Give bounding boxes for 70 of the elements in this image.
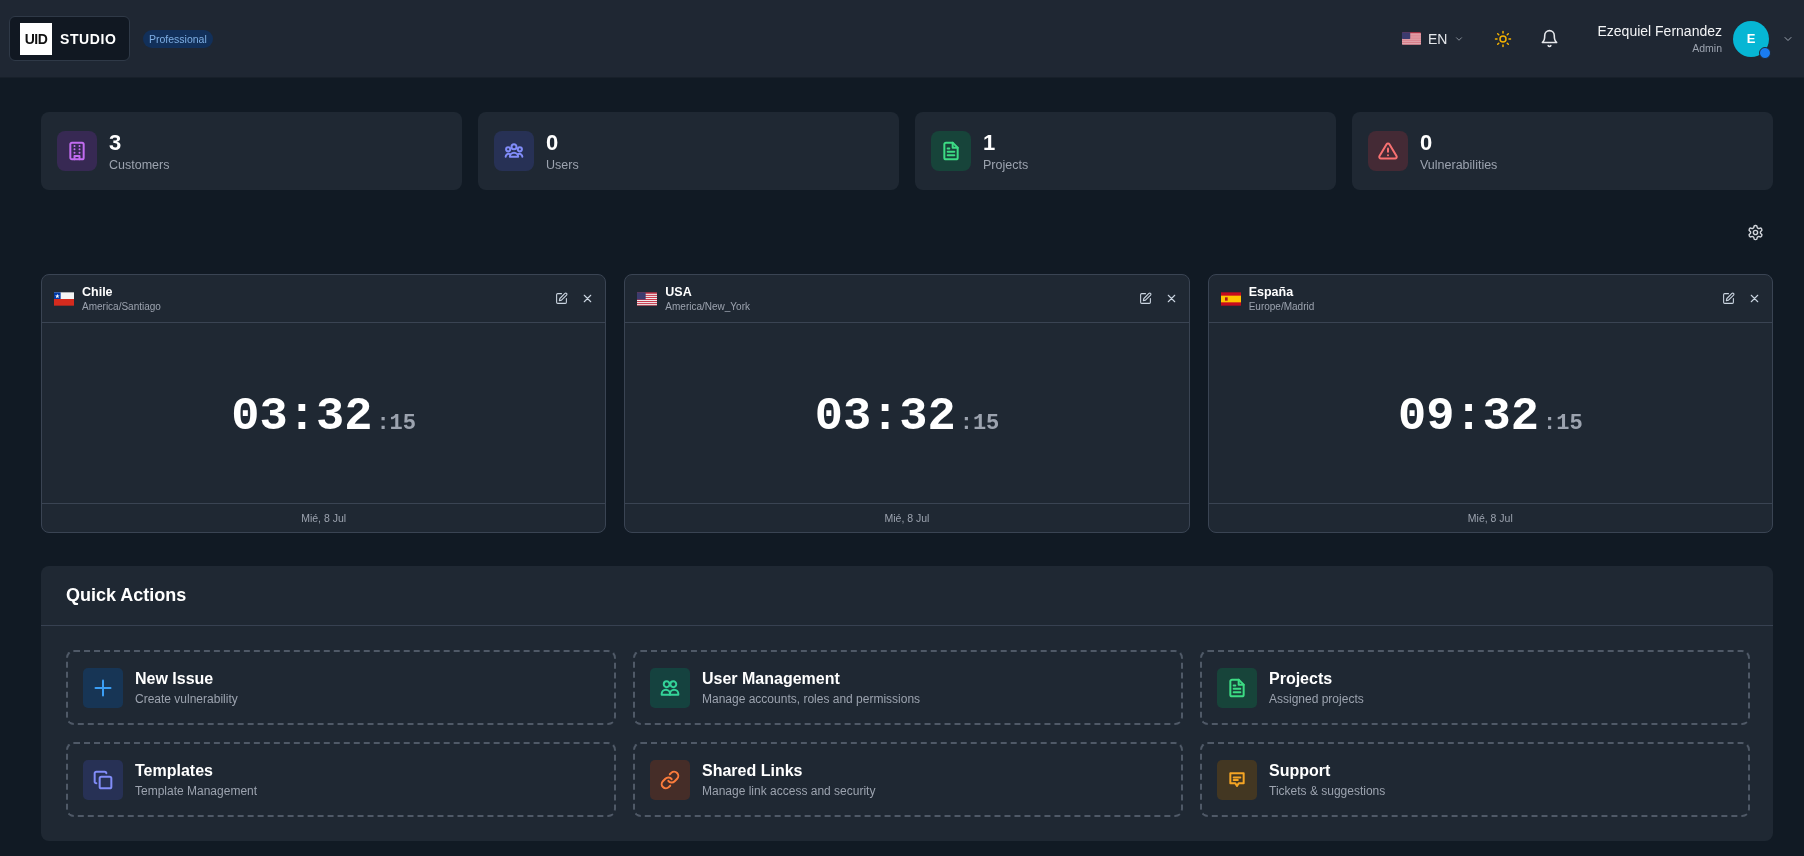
action-subtitle: Manage link access and security [702, 783, 876, 798]
settings-icon[interactable] [1747, 224, 1764, 241]
user-name: Ezequiel Fernandez [1597, 23, 1722, 39]
plan-badge: Professional [143, 29, 213, 48]
building-icon [57, 131, 97, 171]
stat-value: 3 [109, 130, 123, 156]
edit-icon[interactable] [1138, 292, 1152, 305]
document-icon [931, 131, 971, 171]
quick-action-card[interactable]: New Issue Create vulnerability [66, 650, 616, 725]
action-subtitle: Tickets & suggestions [1269, 783, 1386, 798]
action-title: New Issue [135, 669, 215, 688]
clock-seconds: :15 [959, 411, 1000, 436]
warning-icon [1368, 131, 1408, 171]
stat-label: Vulnerabilities [1420, 158, 1498, 172]
clock-date: Mié, 8 Jul [1467, 512, 1513, 524]
clock-time: 03:32 [814, 393, 956, 440]
spain-flag-icon [1220, 291, 1241, 306]
action-title: Shared Links [702, 761, 804, 780]
chile-flag-icon [54, 291, 74, 306]
clock-date: Mié, 8 Jul [884, 512, 930, 524]
panel-title: Quick Actions [66, 585, 187, 606]
clock-seconds: :15 [376, 411, 416, 436]
clock-seconds: :15 [1543, 411, 1583, 436]
stat-value: 0 [546, 130, 560, 156]
quick-action-card[interactable]: Templates Template Management [66, 742, 616, 817]
logo[interactable]: UID STUDIO [9, 16, 130, 61]
action-title: Support [1269, 761, 1332, 780]
edit-icon[interactable] [555, 292, 569, 305]
users-icon [650, 667, 690, 708]
quick-action-card[interactable]: Support Tickets & suggestions [1200, 742, 1750, 817]
edit-icon[interactable] [1722, 292, 1735, 305]
quick-action-card[interactable]: User Management Manage accounts, roles and permissions [633, 650, 1183, 725]
action-subtitle: Template Management [135, 783, 258, 798]
logo-text: STUDIO [60, 30, 117, 47]
plus-icon [83, 667, 123, 708]
language-button[interactable]: EN [1402, 30, 1465, 47]
country-name: USA [665, 285, 693, 299]
action-subtitle: Create vulnerability [135, 691, 238, 706]
stat-label: Customers [109, 158, 170, 172]
sun-icon[interactable] [1494, 29, 1513, 48]
document-icon [1217, 667, 1257, 708]
action-subtitle: Manage accounts, roles and permissions [702, 691, 921, 706]
stat-label: Projects [983, 158, 1029, 172]
copy-icon [83, 759, 123, 800]
stat-value: 1 [983, 130, 997, 156]
us-flag-icon [637, 291, 658, 306]
user-role: Admin [1692, 42, 1722, 54]
action-title: User Management [702, 669, 841, 688]
group-icon [494, 131, 534, 171]
timezone-label: America/Santiago [82, 301, 162, 312]
timezone-label: America/New_York [665, 301, 751, 312]
action-title: Projects [1269, 669, 1334, 688]
link-icon [650, 759, 690, 800]
quick-action-card[interactable]: Shared Links Manage link access and security [633, 742, 1183, 817]
chat-icon [1217, 759, 1257, 800]
close-icon[interactable] [1748, 292, 1761, 305]
action-subtitle: Assigned projects [1269, 691, 1364, 706]
quick-action-card[interactable]: Projects Assigned projects [1200, 650, 1750, 725]
stat-label: Users [546, 158, 579, 172]
timezone-label: Europe/Madrid [1248, 301, 1316, 312]
action-title: Templates [135, 761, 214, 780]
clock-time: 09:32 [1398, 393, 1540, 440]
country-name: Chile [82, 285, 114, 299]
clock-date: Mié, 8 Jul [301, 512, 347, 524]
clock-time: 03:32 [231, 393, 373, 440]
us-flag-icon [1402, 32, 1421, 45]
stat-value: 0 [1420, 130, 1434, 156]
logo-mark: UID [20, 22, 52, 55]
bell-icon[interactable] [1540, 29, 1560, 48]
country-name: España [1248, 285, 1295, 299]
